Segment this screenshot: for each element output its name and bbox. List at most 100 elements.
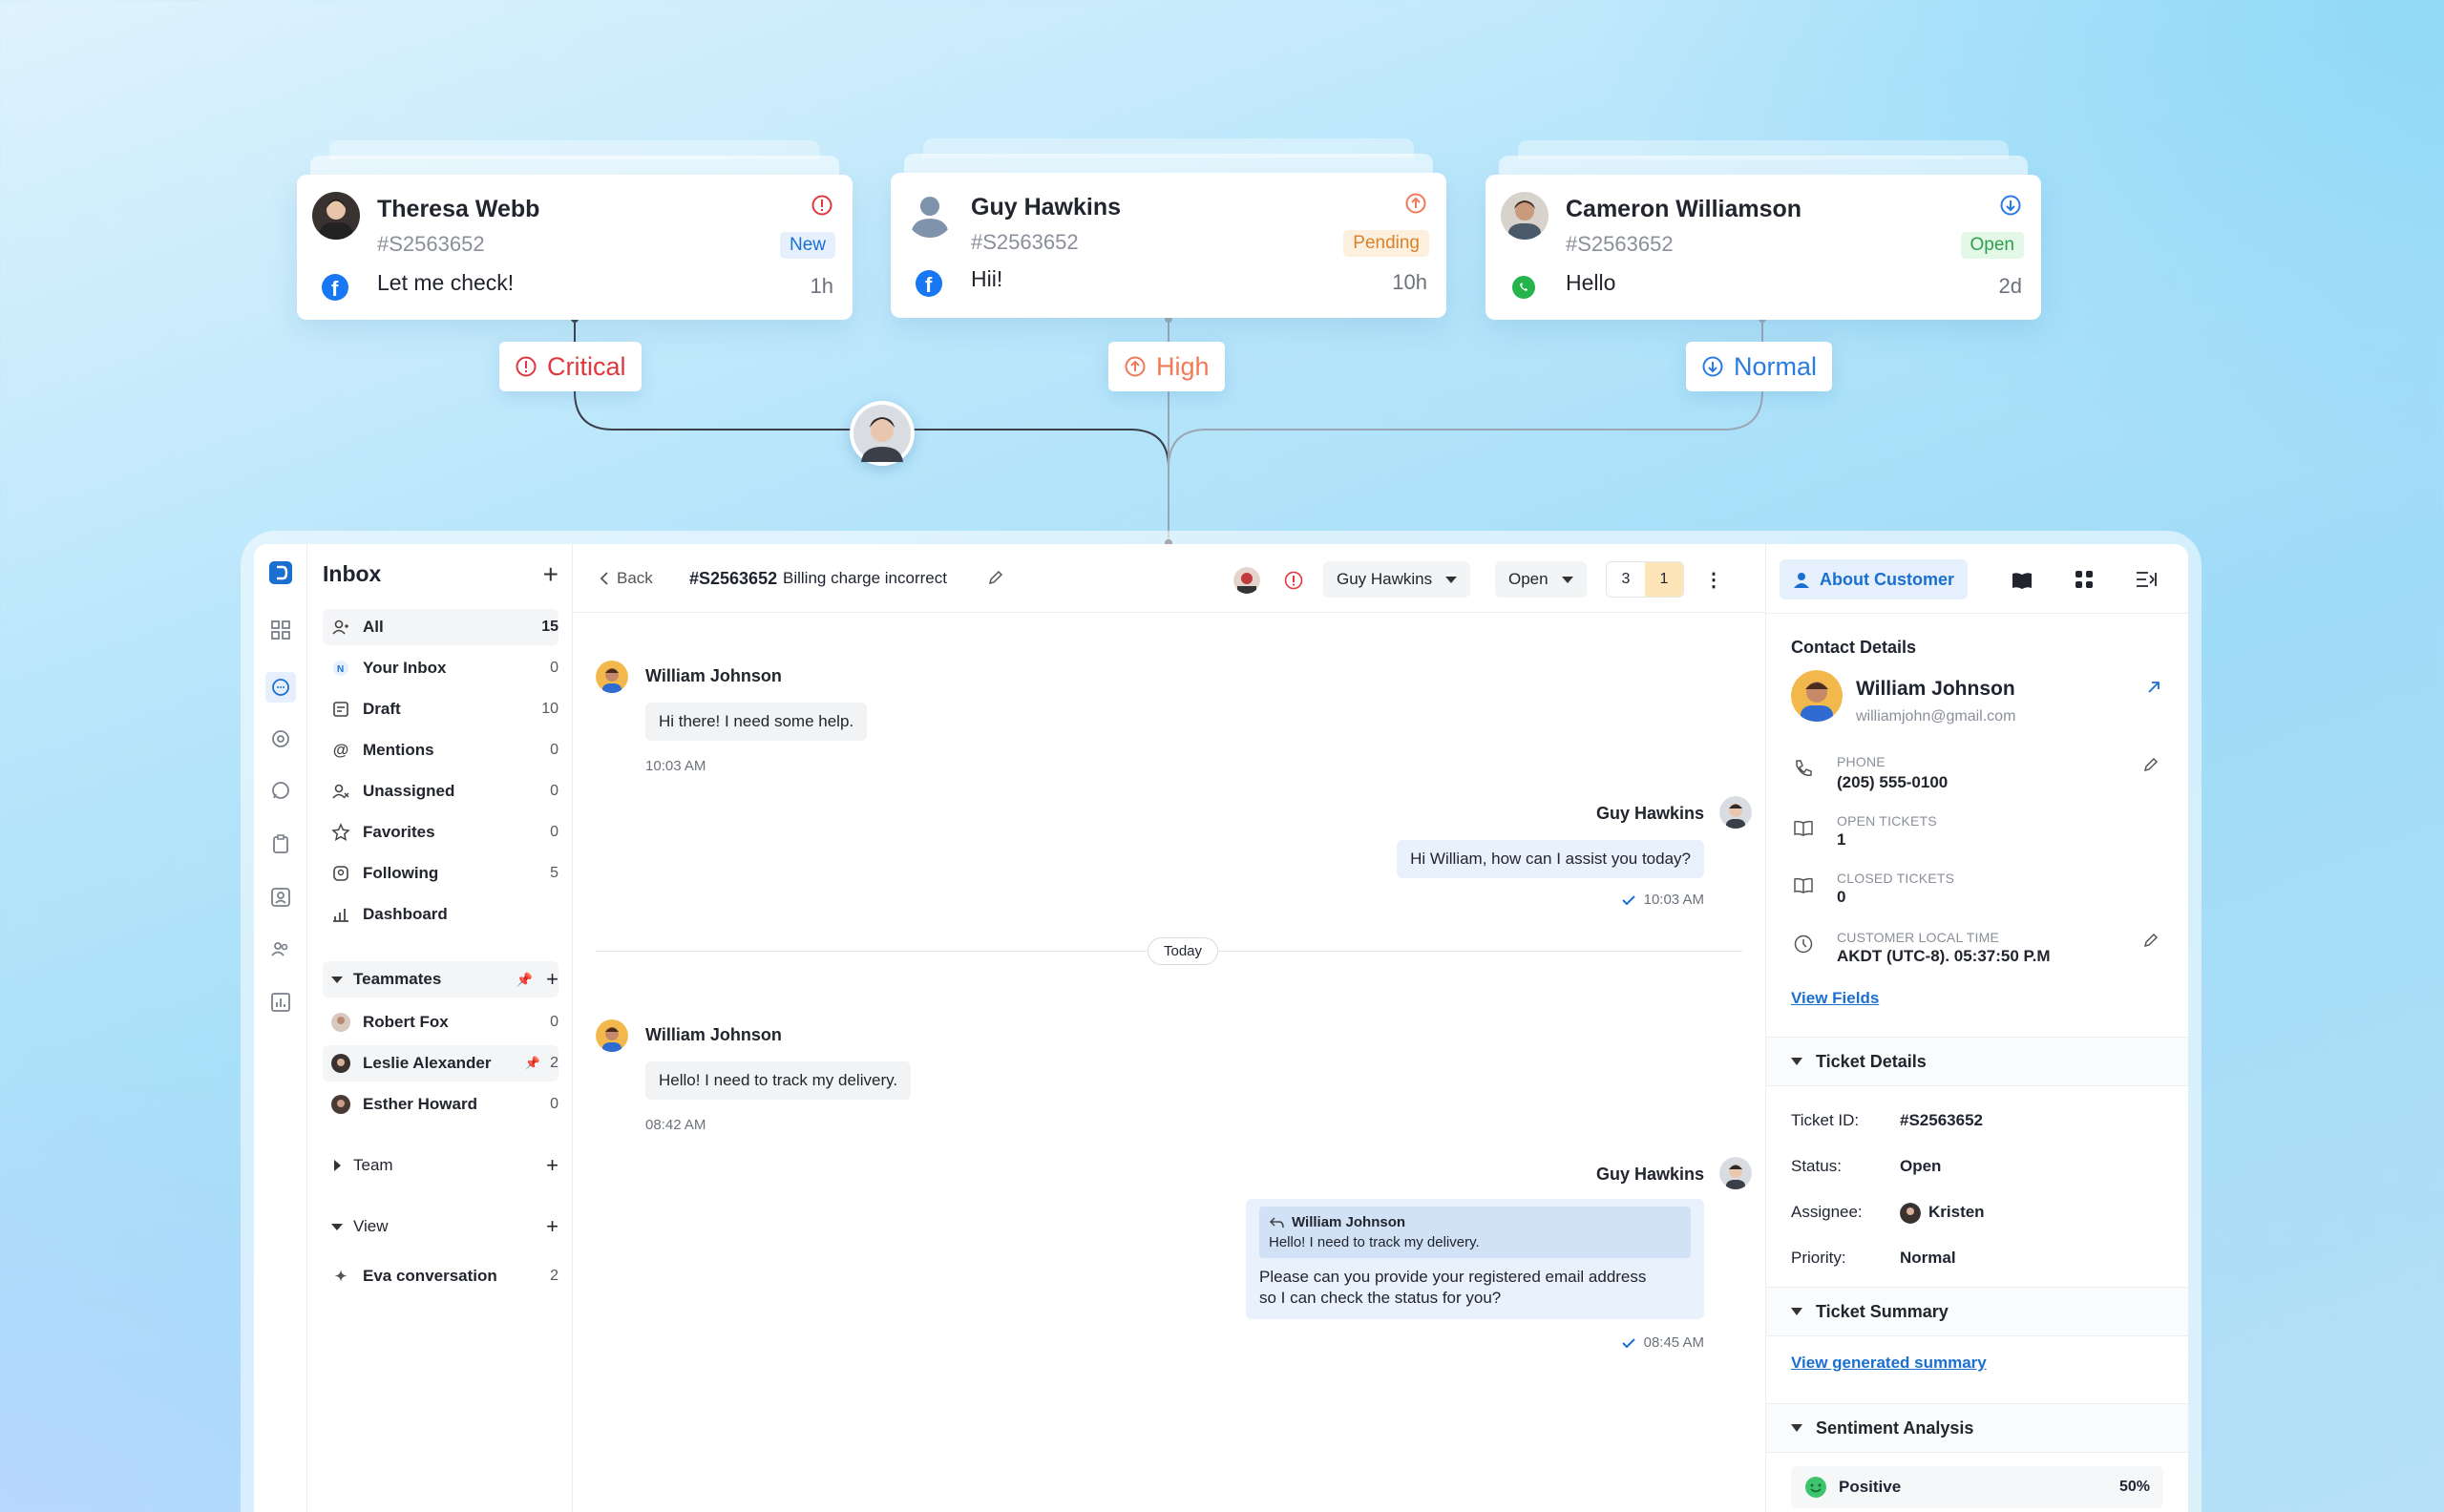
teammates-section-header[interactable]: Teammates 📌 +: [323, 961, 558, 998]
reply-icon: [1269, 1216, 1284, 1228]
pin-icon[interactable]: 📌: [525, 1056, 540, 1071]
ticket-details-section-header[interactable]: Ticket Details: [1766, 1037, 2188, 1086]
ticket-card-theresa-webb[interactable]: Theresa Webb #S2563652 f Let me check! N…: [297, 140, 853, 320]
phone-value: (205) 555-0100: [1837, 773, 1949, 791]
team-icon[interactable]: [269, 937, 292, 960]
sentiment-value: Positive: [1839, 1478, 1902, 1496]
add-inbox-button[interactable]: +: [543, 559, 558, 590]
conversation-header: Back #S2563652 Billing charge incorrect …: [573, 544, 1765, 613]
alert-circle-icon: [516, 356, 537, 377]
message-sender: Guy Hawkins: [1595, 804, 1704, 823]
assignee-dropdown[interactable]: Guy Hawkins: [1323, 561, 1471, 598]
sidebar-item-dashboard[interactable]: Dashboard: [323, 896, 558, 933]
inbox-badge-icon: N: [330, 658, 351, 679]
sidebar-item-unassigned[interactable]: Unassigned 0: [323, 773, 558, 809]
sidebar-item-favorites[interactable]: Favorites 0: [323, 814, 558, 850]
view-section-header[interactable]: View +: [323, 1208, 558, 1245]
pin-icon[interactable]: 📌: [516, 972, 533, 988]
alert-circle-icon[interactable]: [1283, 570, 1304, 596]
teammate-item[interactable]: Leslie Alexander 📌 2: [323, 1045, 558, 1082]
check-icon: [1621, 894, 1635, 905]
view-item[interactable]: ✦ Eva conversation 2: [323, 1258, 558, 1294]
chevron-down-icon: [1791, 1308, 1802, 1315]
inbox-sidebar: Inbox + All 15 N Your Inbox 0 Draft 10 @…: [307, 544, 573, 1512]
sidebar-item-your-inbox[interactable]: N Your Inbox 0: [323, 650, 558, 686]
message-time: 08:42 AM: [645, 1117, 706, 1133]
teammate-item[interactable]: Esther Howard 0: [323, 1086, 558, 1123]
add-teammate-button[interactable]: +: [546, 967, 558, 992]
view-summary-link[interactable]: View generated summary: [1791, 1354, 1987, 1373]
status-value: Open: [1900, 1157, 1942, 1175]
ticket-subject: Billing charge incorrect: [783, 569, 947, 587]
chat-icon[interactable]: [265, 672, 296, 703]
edit-time-icon[interactable]: [2142, 932, 2160, 954]
sidebar-title: Inbox: [323, 561, 382, 586]
dashboard-icon[interactable]: [269, 619, 292, 641]
message-sender: William Johnson: [645, 1025, 782, 1044]
sidebar-item-label: Following: [363, 864, 439, 882]
customer-panel: About Customer Contact Details William J…: [1766, 544, 2188, 1512]
priority-tag-critical: Critical: [499, 342, 642, 391]
teammate-count: 0: [550, 1096, 558, 1112]
ticket-time: 1h: [810, 274, 833, 298]
book-icon[interactable]: [2011, 569, 2033, 597]
priority-value: Normal: [1900, 1249, 1956, 1267]
smile-icon: [1805, 1477, 1826, 1498]
edit-phone-icon[interactable]: [2142, 756, 2160, 778]
message-time: 08:45 AM: [1621, 1334, 1704, 1351]
status-label: Status:: [1791, 1157, 1842, 1175]
tab-about-customer[interactable]: About Customer: [1780, 559, 1968, 599]
ticket-summary-section-header[interactable]: Ticket Summary: [1766, 1287, 2188, 1336]
sparkle-icon: ✦: [334, 1269, 348, 1285]
agent-avatar: [1719, 796, 1752, 829]
ticket-card-cameron-williamson[interactable]: Cameron Williamson #S2563652 Hello Open …: [1485, 140, 2041, 320]
assignee-avatar: [1233, 567, 1260, 594]
sidebar-item-label: Your Inbox: [363, 659, 447, 677]
local-time-value: AKDT (UTC-8). 05:37:50 P.M: [1837, 947, 2051, 965]
clipboard-icon[interactable]: [269, 832, 292, 855]
view-item-label: Eva conversation: [363, 1267, 497, 1285]
message-counter[interactable]: 3 1: [1606, 561, 1684, 598]
team-section-header[interactable]: Team +: [323, 1147, 558, 1184]
sentiment-section-header[interactable]: Sentiment Analysis: [1766, 1403, 2188, 1453]
ticket-id-value: #S2563652: [1900, 1111, 1983, 1129]
star-icon: [330, 822, 351, 843]
teammate-item[interactable]: Robert Fox 0: [323, 1004, 558, 1040]
quoted-message: William Johnson Hello! I need to track m…: [1259, 1207, 1691, 1258]
collapse-panel-icon[interactable]: [2135, 569, 2158, 595]
target-icon[interactable]: [269, 727, 292, 750]
sidebar-item-label: Mentions: [363, 741, 434, 759]
draft-icon: [330, 699, 351, 720]
view-fields-link[interactable]: View Fields: [1791, 989, 1879, 1008]
app-logo-icon[interactable]: [269, 561, 292, 584]
add-team-button[interactable]: +: [546, 1153, 558, 1178]
back-button[interactable]: Back: [600, 569, 653, 588]
customer-avatar: [596, 661, 628, 693]
open-external-icon[interactable]: [2146, 680, 2161, 700]
status-badge: Pending: [1343, 230, 1429, 257]
sidebar-item-mentions[interactable]: @ Mentions 0: [323, 732, 558, 768]
reports-icon[interactable]: [269, 991, 292, 1014]
assignee-avatar: [1900, 1203, 1921, 1224]
conversation-panel: Back #S2563652 Billing charge incorrect …: [573, 544, 1766, 1512]
more-options-icon[interactable]: ⋮: [1699, 565, 1728, 594]
status-badge: Open: [1960, 232, 2024, 259]
add-view-button[interactable]: +: [546, 1214, 558, 1239]
sidebar-item-all[interactable]: All 15: [323, 609, 558, 645]
teammate-name: Leslie Alexander: [363, 1054, 492, 1072]
edit-subject-icon[interactable]: [987, 569, 1004, 591]
alert-circle-icon: [811, 194, 833, 217]
nav-rail: [254, 544, 307, 1512]
whatsapp-icon[interactable]: [269, 779, 292, 802]
apps-icon[interactable]: [2074, 569, 2095, 595]
at-icon: @: [332, 741, 349, 759]
teammate-count: 0: [550, 1014, 558, 1030]
contact-icon[interactable]: [269, 886, 292, 909]
sidebar-item-label: Dashboard: [363, 905, 448, 923]
sidebar-item-following[interactable]: Following 5: [323, 855, 558, 892]
sidebar-item-draft[interactable]: Draft 10: [323, 691, 558, 727]
status-dropdown[interactable]: Open: [1495, 561, 1587, 598]
local-time-label: CUSTOMER LOCAL TIME: [1837, 930, 2000, 945]
ticket-card-guy-hawkins[interactable]: Guy Hawkins #S2563652 f Hii! Pending 10h: [891, 138, 1446, 318]
view-item-count: 2: [550, 1268, 558, 1284]
